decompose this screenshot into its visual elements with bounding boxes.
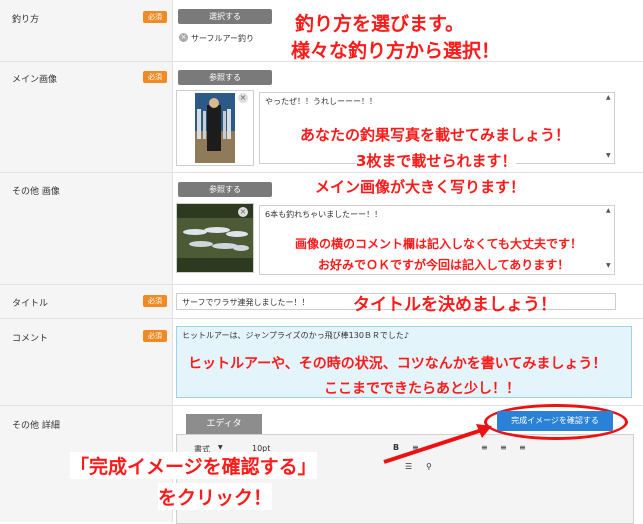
annotation-method-1: 釣り方を選びます。 (295, 13, 465, 35)
annotation-details-2: ここまでできたらあと少し！！ (324, 381, 520, 397)
row-divider (0, 284, 643, 285)
required-badge: 必須 (143, 330, 167, 342)
annotation-title: タイトルを決めましょう！ (353, 295, 557, 315)
annotation-comment-2: お好みでＯＫですが今回は記入してあります！ (318, 256, 570, 273)
annotation-confirm-2: をクリック！ (158, 483, 273, 510)
annotation-photo-2: 3枚まで載せられます！ (356, 150, 517, 171)
annotation-photo-3: メイン画像が大きく写ります！ (315, 176, 526, 197)
scroll-up-icon[interactable]: ▲ (606, 207, 611, 214)
details-label: その他 詳細 (12, 421, 60, 431)
annotation-arrow (383, 424, 492, 464)
row-divider (0, 172, 643, 173)
annotation-method-2: 様々な釣り方から選択！ (291, 40, 501, 62)
select-method-button[interactable]: 選択する (178, 9, 272, 24)
row-divider (0, 318, 643, 319)
required-badge: 必須 (143, 71, 167, 83)
confirm-preview-button[interactable]: 完成イメージを確認する (497, 411, 613, 431)
scroll-up-icon[interactable]: ▲ (606, 94, 611, 101)
remove-method-icon[interactable]: × (179, 33, 188, 42)
browse-other-image-button[interactable]: 参照する (178, 182, 272, 197)
method-label: 釣り方 (12, 15, 40, 25)
chevron-down-icon[interactable]: ▼ (218, 444, 223, 451)
main-image-label: メイン画像 (12, 75, 58, 85)
align-center-icon[interactable]: ≡ (500, 443, 507, 452)
annotation-comment-1: 画像の横のコメント欄は記入しなくても大丈夫です！ (295, 235, 583, 252)
align-right-icon[interactable]: ≡ (519, 443, 526, 452)
annotation-photo-1: あなたの釣果写真を載せてみましょう！ (300, 124, 571, 145)
required-badge: 必須 (143, 295, 167, 307)
scroll-down-icon[interactable]: ▼ (606, 152, 611, 159)
remove-image-icon[interactable]: × (238, 207, 248, 217)
comment-label: コメント (12, 334, 49, 344)
annotation-confirm-1: 「完成イメージを確認する」 (70, 452, 317, 479)
remove-image-icon[interactable]: × (238, 93, 248, 103)
scroll-down-icon[interactable]: ▼ (606, 262, 611, 269)
browse-main-image-button[interactable]: 参照する (178, 70, 272, 85)
annotation-details-1: ヒットルアーや、その時の状況、コツなんかを書いてみましょう！ (188, 356, 607, 372)
title-label: タイトル (12, 299, 49, 309)
other-images-label: その他 画像 (12, 187, 60, 197)
required-badge: 必須 (143, 11, 167, 23)
selected-method: サーフルアー釣り (191, 34, 255, 43)
tab-editor[interactable]: エディタ (186, 414, 262, 434)
